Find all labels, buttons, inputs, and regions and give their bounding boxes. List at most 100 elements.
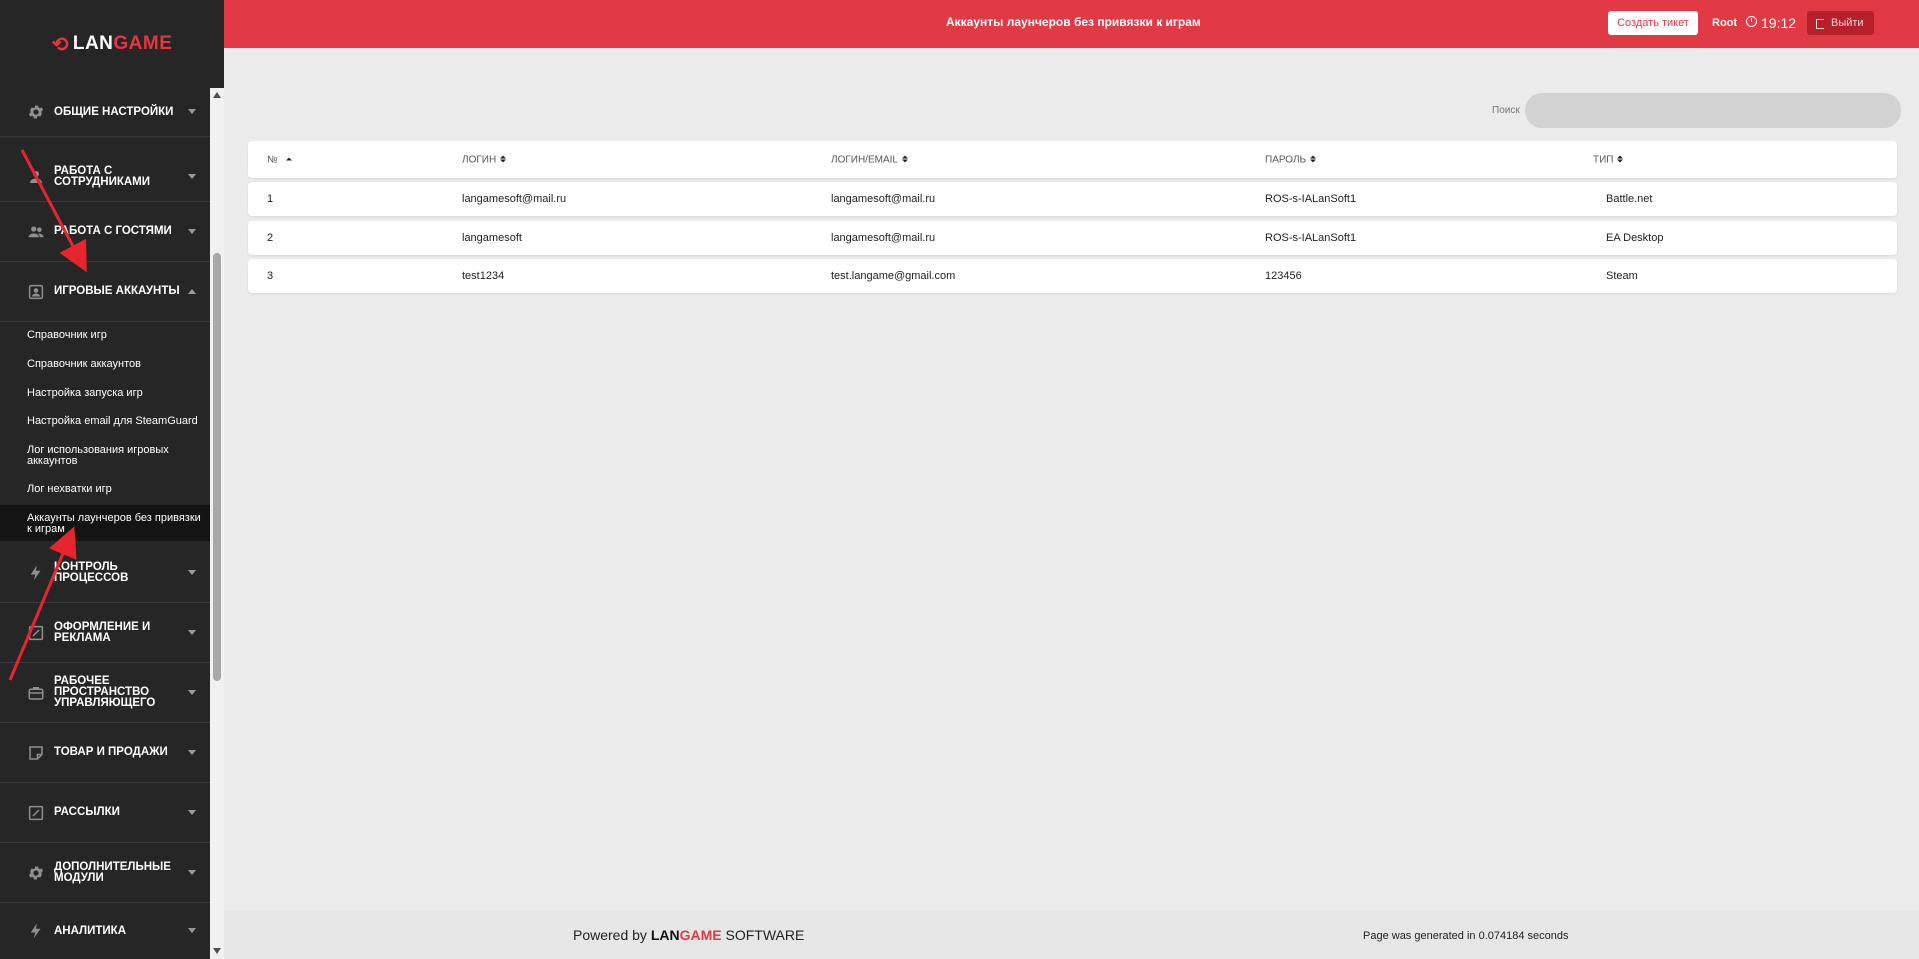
column-header-login[interactable]: Логин	[462, 154, 507, 165]
sidebar-section-label: Товар и продажи	[54, 746, 168, 758]
generation-time: Page was generated in 0.074184 seconds	[1363, 930, 1569, 942]
sidebar-section-analytics[interactable]: Аналитика	[0, 903, 210, 959]
logo-mark-icon: ⟲	[51, 33, 69, 56]
sidebar-section-staff[interactable]: Работа с сотрудниками	[0, 153, 210, 202]
footer-brand-game: GAME	[679, 927, 722, 943]
sidebar-item-games-shortage-log[interactable]: Лог нехватки игр	[0, 484, 210, 495]
sidebar-section-label: Работа с сотрудниками	[54, 165, 151, 188]
sort-icon	[901, 155, 908, 163]
chevron-down-icon	[188, 228, 196, 234]
cell-number: 3	[267, 270, 274, 282]
chevron-down-icon	[188, 174, 196, 179]
sort-icon	[1617, 155, 1624, 163]
briefcase-icon	[26, 683, 46, 703]
sidebar: ⟲ LAN GAME Общие настройки Работа с сотр…	[0, 0, 224, 959]
logout-icon	[1816, 19, 1824, 29]
create-ticket-button[interactable]: Создать тикет	[1608, 11, 1698, 35]
cell-password: 123456	[1265, 270, 1302, 282]
sidebar-item-launcher-accounts[interactable]: Аккаунты лаунчеров без привязки к играм	[0, 505, 210, 541]
column-header-password[interactable]: Пароль	[1265, 154, 1317, 165]
sidebar-section-label: Игровые аккаунты	[54, 285, 180, 297]
cell-login: test1234	[462, 270, 505, 282]
chevron-down-icon	[188, 629, 196, 635]
gear-icon	[26, 102, 46, 122]
cell-login: langamesoft@mail.ru	[462, 193, 567, 205]
table-header-row: № Логин Логин/Email Пароль Тип	[248, 141, 1897, 178]
logo-text-game: GAME	[113, 33, 173, 54]
sort-asc-icon	[285, 157, 292, 161]
scroll-up-icon[interactable]	[213, 92, 221, 98]
sidebar-section-label: Оформление и реклама	[54, 620, 151, 644]
sidebar-item-games-directory[interactable]: Справочник игр	[0, 330, 210, 341]
chevron-down-icon	[188, 109, 196, 114]
current-user: Root	[1712, 17, 1738, 29]
cell-type: EA Desktop	[1606, 232, 1664, 244]
top-header: Аккаунты лаунчеров без привязки к играм …	[224, 0, 1919, 48]
chevron-down-icon	[188, 869, 196, 875]
sidebar-section-label: Рассылки	[54, 806, 120, 818]
lightning-icon	[26, 921, 46, 941]
users-icon	[26, 222, 46, 242]
sidebar-item-steamguard-email[interactable]: Настройка email для SteamGuard	[0, 416, 210, 427]
sticky-note-icon	[26, 743, 46, 763]
cell-login: langamesoft	[462, 232, 522, 244]
cell-number: 1	[267, 193, 274, 205]
edit-icon	[26, 623, 46, 643]
edit-icon	[26, 803, 46, 823]
chevron-down-icon	[188, 569, 196, 575]
search-label: Поиск	[1492, 105, 1520, 116]
sidebar-section-label: Общие настройки	[54, 105, 174, 118]
page-title: Аккаунты лаунчеров без привязки к играм	[946, 15, 1201, 29]
sidebar-section-label: Аналитика	[54, 924, 127, 937]
cell-login-email: langamesoft@mail.ru	[831, 232, 936, 244]
table-row[interactable]: 3 test1234 test.langame@gmail.com 123456…	[248, 259, 1897, 293]
lightning-icon	[26, 563, 46, 583]
cell-number: 2	[267, 232, 274, 244]
column-header-type[interactable]: Тип	[1593, 154, 1624, 165]
sidebar-scrollbar-thumb[interactable]	[213, 253, 221, 681]
sidebar-section-mailings[interactable]: Рассылки	[0, 783, 210, 843]
sort-icon	[500, 155, 507, 163]
column-header-login-email[interactable]: Логин/Email	[831, 154, 908, 165]
sidebar-section-label: Работа с гостями	[54, 225, 172, 237]
table-row[interactable]: 1 langamesoft@mail.ru langamesoft@mail.r…	[248, 182, 1897, 216]
search-input[interactable]	[1525, 93, 1901, 128]
cell-login-email: langamesoft@mail.ru	[831, 193, 936, 205]
sidebar-item-accounts-directory[interactable]: Справочник аккаунтов	[0, 359, 210, 370]
sidebar-section-goods-sales[interactable]: Товар и продажи	[0, 723, 210, 783]
sidebar-section-manager-workspace[interactable]: Рабочее пространство управляющего	[0, 663, 210, 723]
sidebar-item-game-launch-settings[interactable]: Настройка запуска игр	[0, 388, 210, 399]
clock-icon	[1746, 16, 1757, 27]
sidebar-section-guests[interactable]: Работа с гостями	[0, 202, 210, 262]
logo-text-lan: LAN	[72, 33, 114, 54]
user-icon	[26, 167, 46, 187]
chevron-down-icon	[188, 928, 196, 933]
table-row[interactable]: 2 langamesoft langamesoft@mail.ru ROS-s-…	[248, 221, 1897, 255]
sort-icon	[1310, 155, 1317, 163]
chevron-up-icon	[188, 288, 196, 294]
sidebar-section-game-accounts[interactable]: Игровые аккаунты	[0, 262, 210, 322]
cell-login-email: test.langame@gmail.com	[831, 270, 956, 282]
sidebar-section-label: Дополнительные модули	[54, 860, 171, 884]
logout-label: Выйти	[1831, 17, 1864, 29]
cell-password: ROS-s-IALanSoft1	[1265, 193, 1357, 205]
account-box-icon	[26, 282, 46, 302]
gear-icon	[26, 863, 46, 883]
sidebar-section-general-settings[interactable]: Общие настройки	[0, 88, 210, 137]
page-footer: Powered by LANGAME SOFTWARE Page was gen…	[224, 911, 1919, 959]
footer-brand-lan: LAN	[650, 927, 680, 943]
logout-button[interactable]: Выйти	[1807, 11, 1874, 35]
powered-by: Powered by LANGAME SOFTWARE	[573, 927, 805, 943]
cell-type: Battle.net	[1606, 193, 1653, 205]
cell-password: ROS-s-IALanSoft1	[1265, 232, 1357, 244]
langame-logo[interactable]: ⟲ LAN GAME	[0, 0, 224, 88]
current-time: 19:12	[1761, 15, 1797, 31]
scroll-down-icon[interactable]	[213, 948, 221, 954]
chevron-down-icon	[188, 809, 196, 815]
sidebar-item-account-usage-log[interactable]: Лог использования игровых аккаунтов	[0, 445, 200, 467]
sidebar-section-design-ads[interactable]: Оформление и реклама	[0, 603, 210, 663]
chevron-down-icon	[188, 689, 196, 695]
sidebar-section-process-control[interactable]: Контроль процессов	[0, 543, 210, 603]
column-header-number[interactable]: №	[267, 154, 292, 165]
sidebar-section-extra-modules[interactable]: Дополнительные модули	[0, 843, 210, 903]
